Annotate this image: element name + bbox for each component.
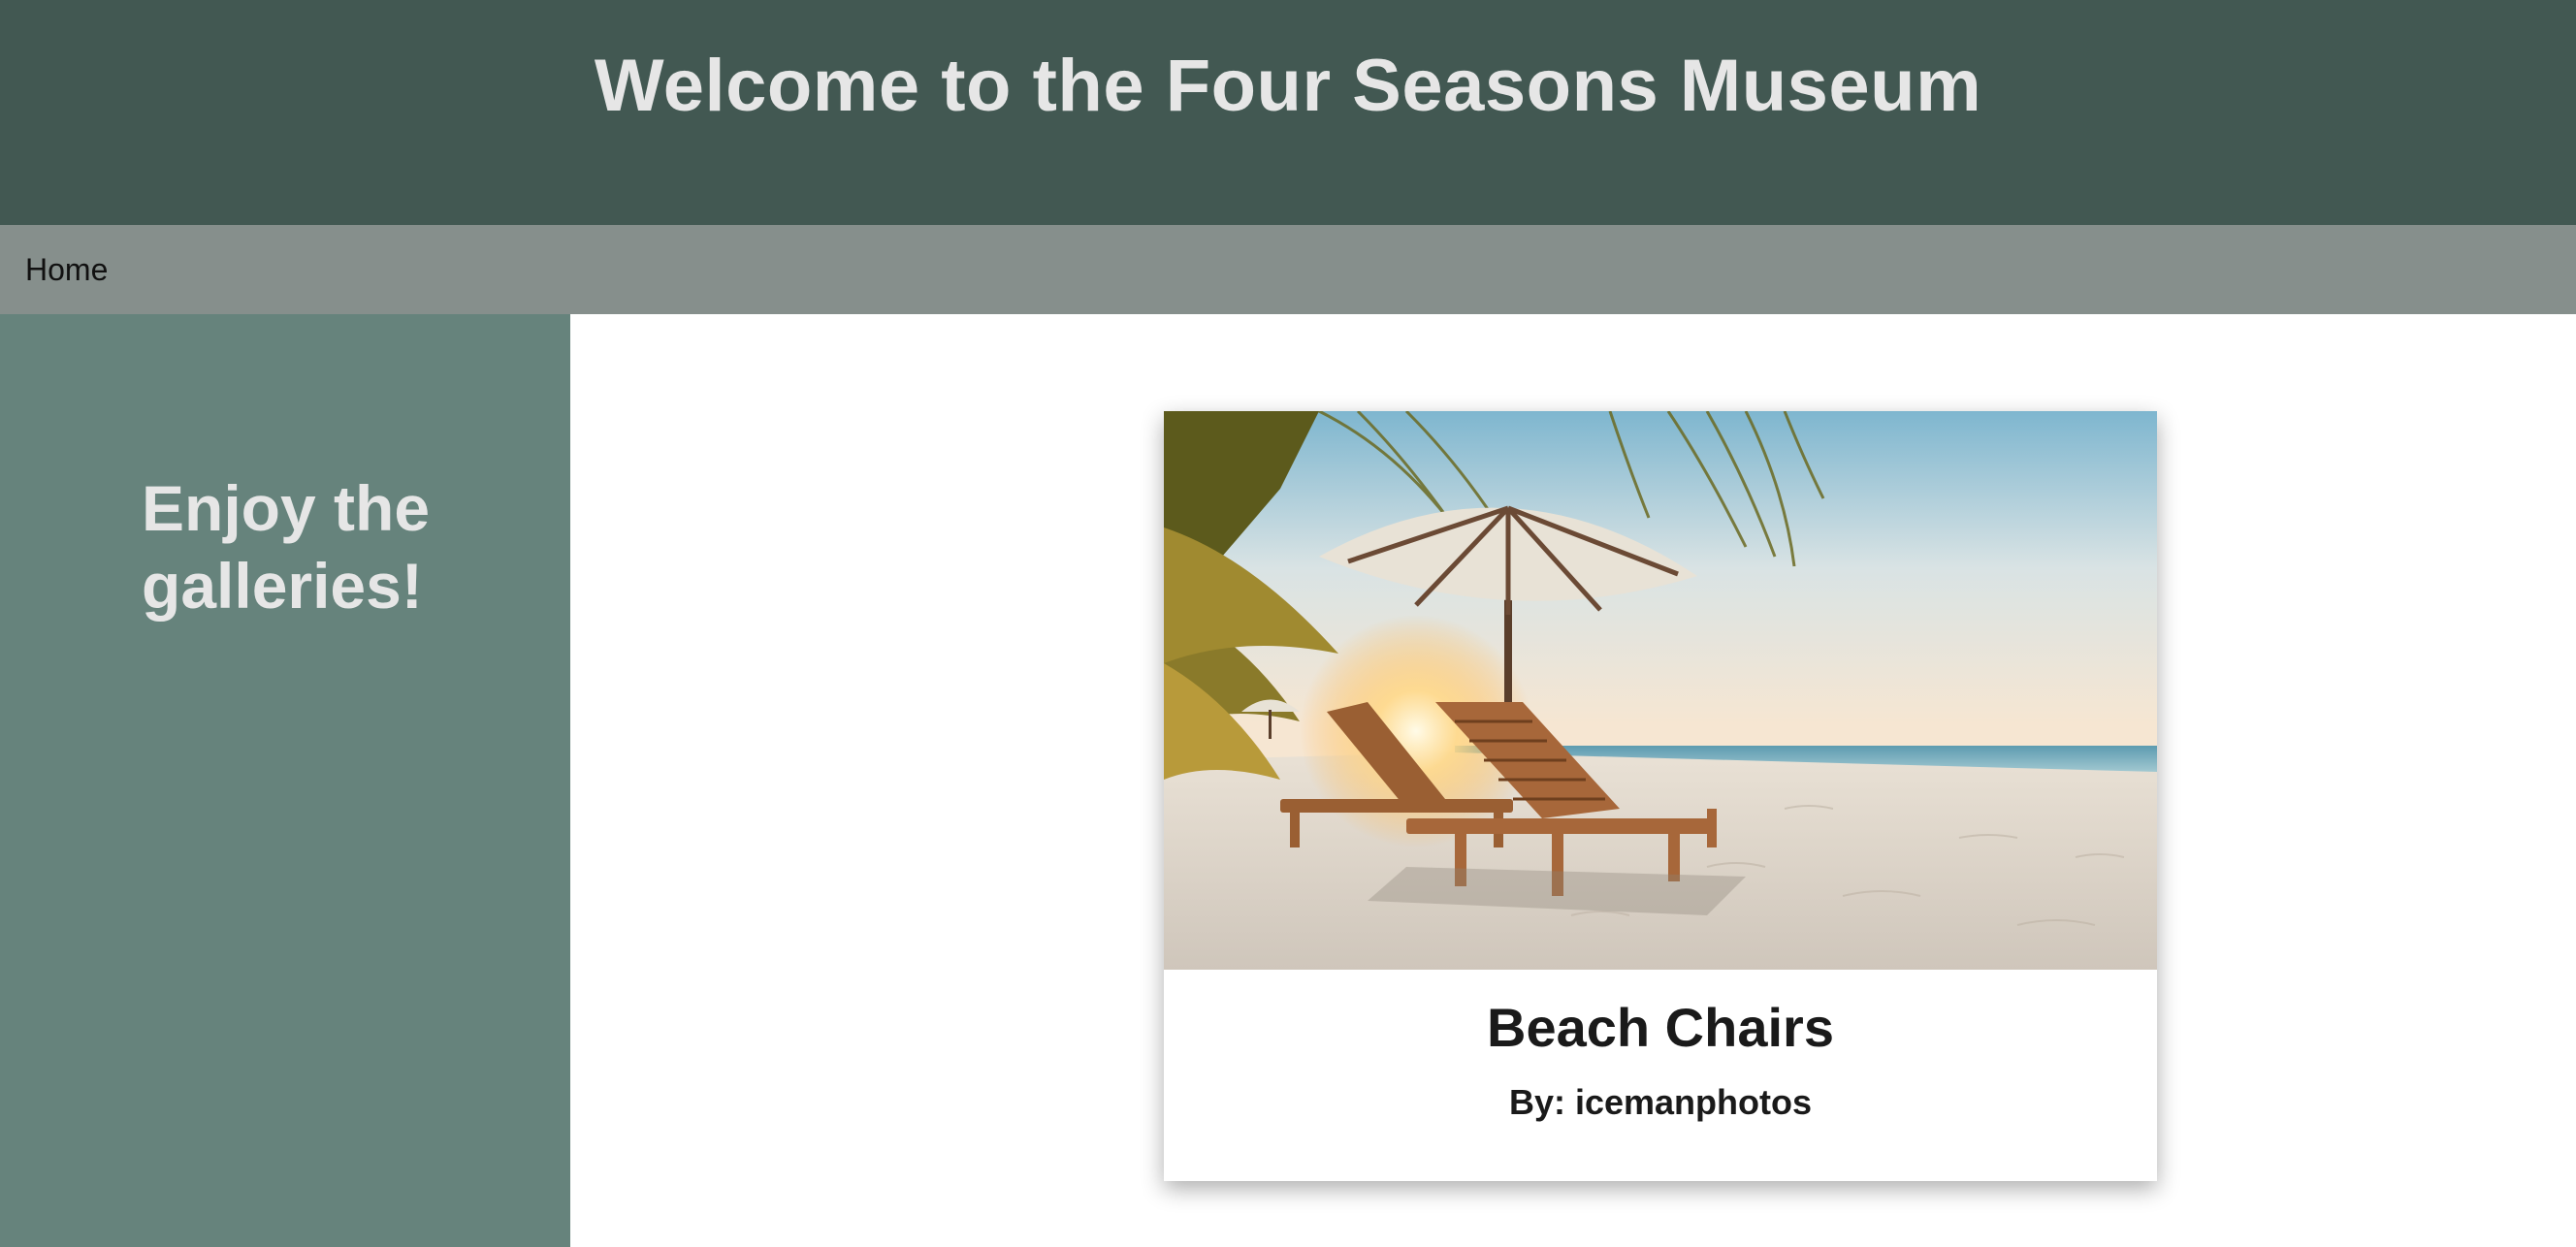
site-title: Welcome to the Four Seasons Museum xyxy=(594,45,1982,127)
nav-bar: Home xyxy=(0,225,2576,314)
nav-home-link[interactable]: Home xyxy=(25,225,108,314)
sidebar: Enjoy the galleries! xyxy=(0,314,570,1247)
main-content: Beach Chairs By: icemanphotos xyxy=(570,314,2576,1247)
artwork-credit: By: icemanphotos xyxy=(1508,1082,1813,1122)
gallery-card[interactable]: Beach Chairs By: icemanphotos xyxy=(1164,411,2157,1181)
sidebar-heading: Enjoy the galleries! xyxy=(142,472,431,622)
artwork-title: Beach Chairs xyxy=(1487,997,1834,1058)
site-header: Welcome to the Four Seasons Museum xyxy=(0,0,2576,225)
beach-chairs-image xyxy=(1164,411,2157,970)
